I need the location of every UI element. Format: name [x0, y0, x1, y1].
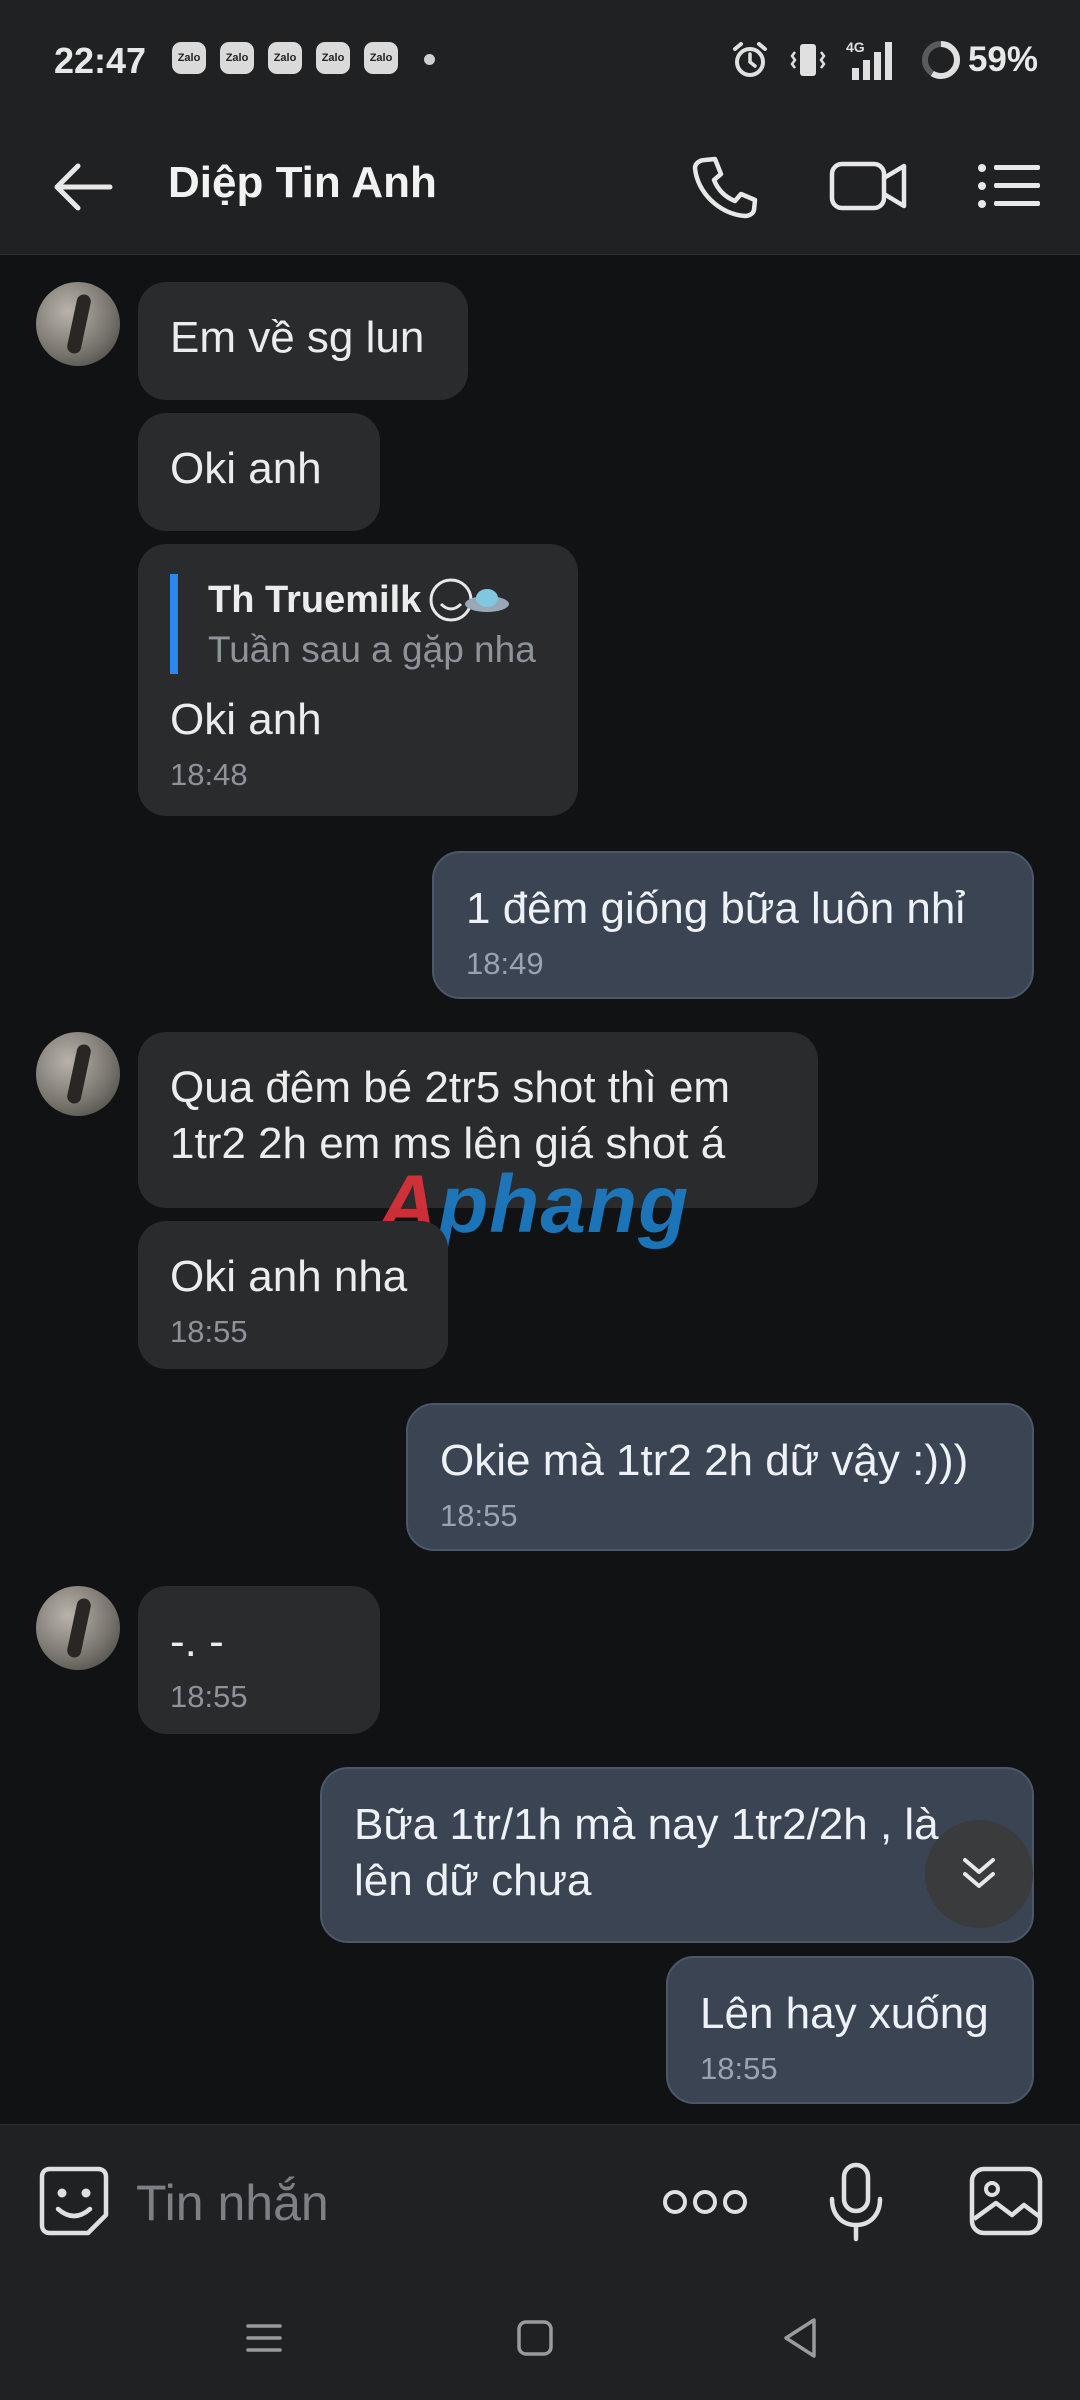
quote-sender: Th Truemilk [208, 579, 422, 621]
emoji-sticker-icon [39, 2166, 109, 2236]
message-input-bar [0, 2124, 1080, 2277]
more-notifications-dot [424, 54, 435, 65]
message-bubble-sent[interactable]: Bữa 1tr/1h mà nay 1tr2/2h , là lên dữ ch… [320, 1767, 1034, 1943]
microphone-icon [829, 2162, 883, 2242]
more-options-button[interactable] [660, 2177, 750, 2227]
back-icon [784, 2318, 816, 2358]
chat-menu-button[interactable] [970, 146, 1050, 226]
contact-avatar[interactable] [36, 1032, 120, 1116]
system-navigation-bar [0, 2276, 1080, 2400]
message-bubble[interactable]: -. - 18:55 [138, 1586, 380, 1734]
recents-icon [246, 2324, 282, 2352]
voice-message-button[interactable] [826, 2159, 886, 2245]
double-chevron-down-icon [963, 1858, 995, 1888]
message-text: Qua đêm bé 2tr5 shot thì em 1tr2 2h em m… [170, 1063, 731, 1168]
more-dots-icon [663, 2190, 747, 2214]
message-bubble-sent[interactable]: Okie mà 1tr2 2h dữ vậy :))) 18:55 [406, 1403, 1034, 1551]
message-bubble[interactable]: Oki anh nha 18:55 [138, 1221, 448, 1369]
message-bubble[interactable]: Em về sg lun [138, 282, 468, 400]
notification-icons: Zalo Zalo Zalo Zalo Zalo [172, 42, 398, 74]
message-input[interactable] [134, 2167, 618, 2239]
message-text: Okie mà 1tr2 2h dữ vậy :))) [440, 1436, 969, 1485]
voice-call-button[interactable] [683, 146, 763, 226]
message-bubble[interactable]: Oki anh [138, 413, 380, 531]
chat-header: Diệp Tin Anh [0, 120, 1080, 255]
home-icon [517, 2320, 553, 2356]
status-bar: 22:47 Zalo Zalo Zalo Zalo Zalo 4G 59% [0, 0, 1080, 120]
back-arrow-icon [54, 163, 113, 211]
quoted-message[interactable]: Th Truemilk Tuần sau a gặp nha [170, 574, 546, 674]
send-image-button[interactable] [966, 2161, 1046, 2241]
zalo-icon: Zalo [220, 42, 254, 74]
message-text: Em về sg lun [170, 313, 425, 362]
contact-avatar[interactable] [36, 1586, 120, 1670]
battery-icon [921, 41, 960, 79]
quote-text: Tuần sau a gặp nha [208, 629, 536, 670]
zalo-icon: Zalo [364, 42, 398, 74]
message-text: Bữa 1tr/1h mà nay 1tr2/2h , là lên dữ ch… [354, 1800, 939, 1905]
nav-home-button[interactable] [515, 2318, 555, 2358]
list-menu-icon [978, 164, 1040, 208]
smiley-ufo-emoji-icon [429, 578, 510, 622]
video-call-button[interactable] [822, 146, 912, 226]
status-time: 22:47 [54, 40, 147, 81]
image-icon [969, 2166, 1043, 2236]
zalo-icon: Zalo [268, 42, 302, 74]
battery-percent: 59% [967, 40, 1038, 79]
message-text: Oki anh [170, 695, 322, 744]
message-bubble-sent[interactable]: 1 đêm giống bữa luôn nhỉ 18:49 [432, 851, 1034, 999]
message-time: 18:55 [440, 1498, 518, 1533]
message-text: Lên hay xuống [700, 1989, 989, 2038]
network-type-label: 4G [846, 39, 865, 55]
signal-icon: 4G [846, 39, 892, 80]
message-bubble[interactable]: Th Truemilk Tuần sau a gặp nha Oki anh 1… [138, 544, 578, 816]
zalo-icon: Zalo [172, 42, 206, 74]
status-indicators: 4G 59% [730, 36, 1038, 84]
video-camera-icon [829, 161, 907, 211]
message-time: 18:55 [170, 1679, 248, 1714]
message-text: Oki anh [170, 444, 322, 493]
back-button[interactable] [48, 154, 118, 220]
nav-recents-button[interactable] [244, 2318, 284, 2358]
nav-back-button[interactable] [780, 2316, 820, 2360]
zalo-icon: Zalo [316, 42, 350, 74]
message-time: 18:49 [466, 946, 544, 981]
contact-name[interactable]: Diệp Tin Anh [168, 158, 437, 208]
phone-icon [692, 156, 758, 219]
message-time: 18:55 [170, 1314, 248, 1349]
alarm-icon [732, 42, 767, 77]
message-text: 1 đêm giống bữa luôn nhỉ [466, 884, 966, 933]
message-time: 18:48 [170, 757, 248, 792]
message-text: -. - [170, 1617, 224, 1666]
scroll-to-bottom-button[interactable] [925, 1820, 1033, 1928]
contact-avatar[interactable] [36, 282, 120, 366]
sticker-button[interactable] [36, 2163, 112, 2239]
message-text: Oki anh nha [170, 1252, 408, 1301]
vibrate-icon [790, 44, 826, 76]
message-time: 18:55 [700, 2051, 778, 2086]
message-bubble-sent[interactable]: Lên hay xuống 18:55 [666, 1956, 1034, 2104]
